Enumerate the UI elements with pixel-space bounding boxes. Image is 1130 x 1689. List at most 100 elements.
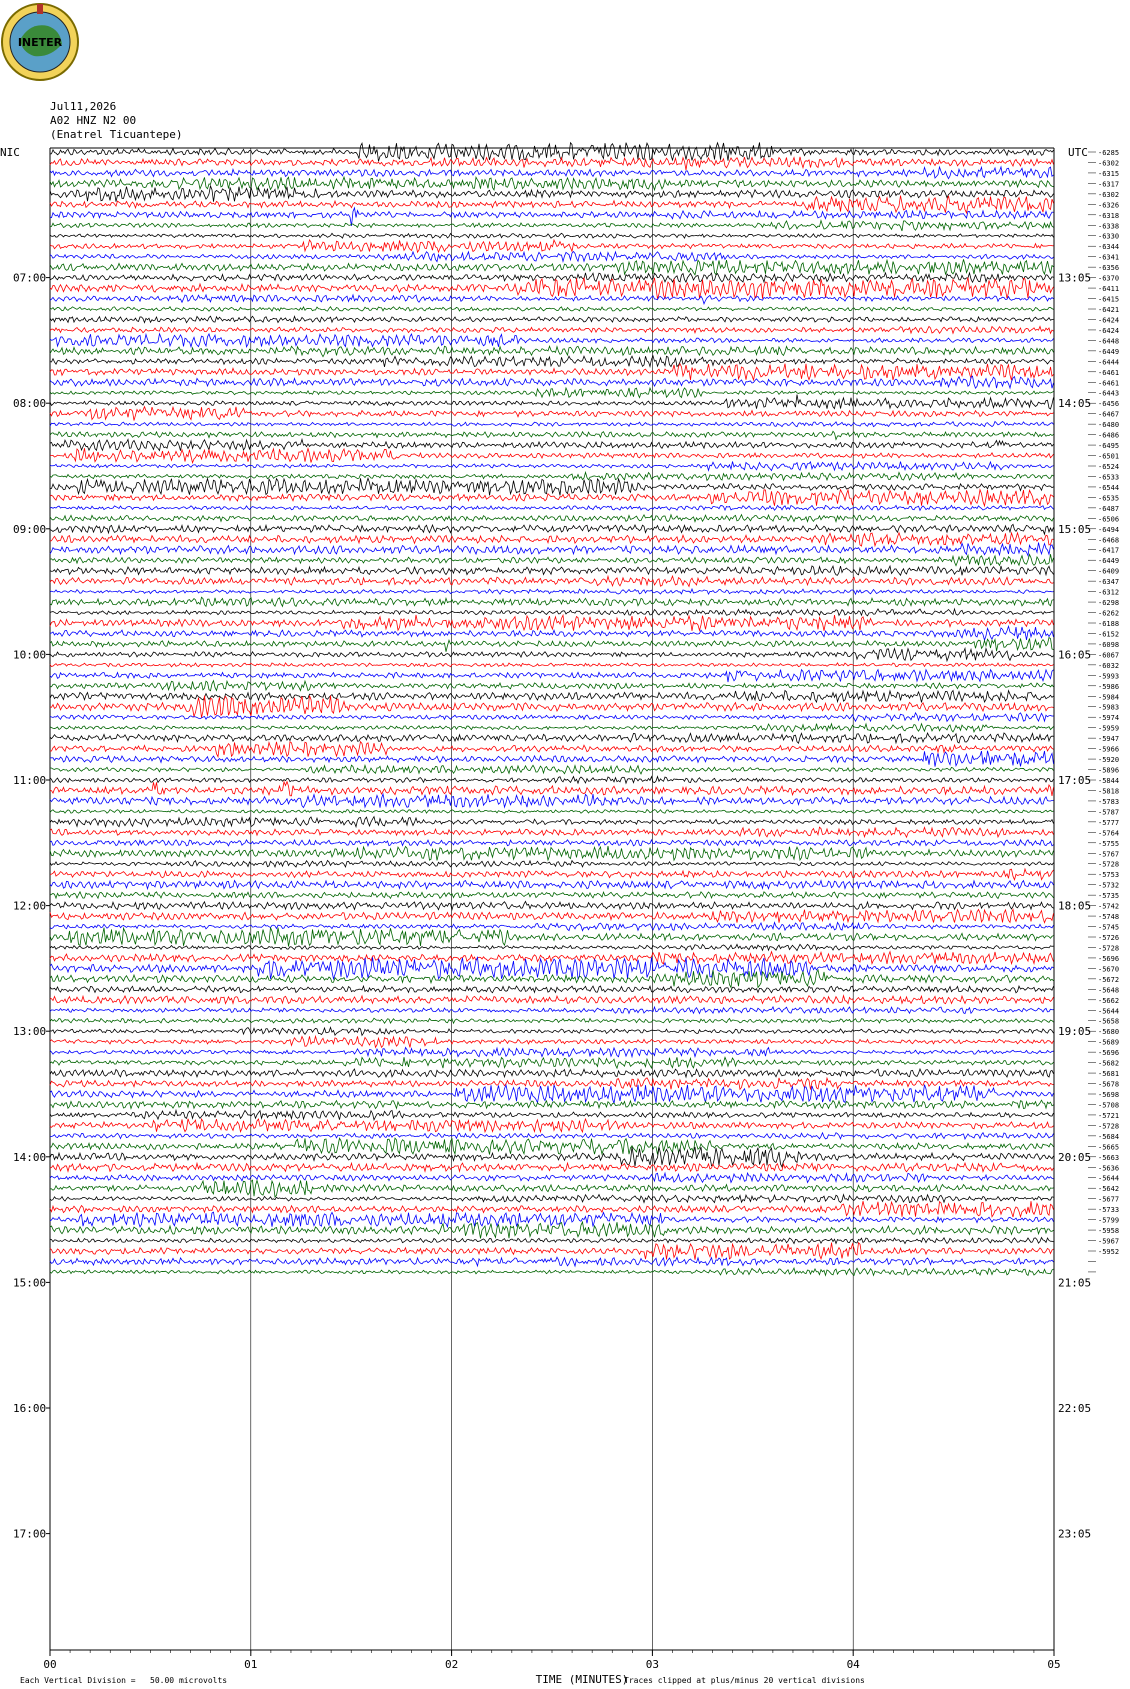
trace-offset-label: -6302 [1098,191,1119,199]
seismic-trace [49,354,1054,369]
seismic-trace [49,250,1054,264]
seismic-trace [49,1108,1054,1122]
seismic-trace [49,375,1054,390]
seismic-trace [49,232,1054,239]
trace-offset-label: -5636 [1098,1164,1119,1172]
scale-note: Each Vertical Division = 50.00 microvolt… [20,1676,227,1685]
trace-offset-label: -5966 [1098,746,1119,754]
seismic-trace [49,750,1054,768]
trace-offset-label: -5663 [1098,1154,1119,1162]
trace-offset-label: -5958 [1098,1227,1119,1235]
seismic-trace [49,1026,1054,1037]
left-hour-label: 13:00 [13,1025,46,1038]
seismic-trace [49,165,1054,180]
trace-offset-label: -5678 [1098,1081,1119,1089]
seismic-trace [49,1034,1054,1049]
seismic-trace [49,141,1054,162]
trace-offset-label: -5644 [1098,1007,1119,1015]
seismic-trace [49,430,1054,441]
seismic-trace [49,1117,1054,1134]
trace-offset-label: -5974 [1098,714,1119,722]
trace-offset-label: -5764 [1098,829,1119,837]
trace-offset-label: -5698 [1098,1091,1119,1099]
seismic-trace [49,437,1054,452]
seismic-trace [49,587,1054,596]
trace-offset-label: -5732 [1098,882,1119,890]
seismic-trace [49,420,1054,428]
seismic-trace [49,879,1054,891]
trace-offset-label: -6409 [1098,568,1119,576]
trace-offset-label: -5983 [1098,704,1119,712]
seismic-trace [49,950,1054,966]
seismic-trace [49,1083,1054,1104]
right-hour-label: 15:05 [1058,523,1091,536]
right-zone-label: UTC [1068,146,1088,159]
seismic-trace [49,345,1054,358]
seismic-trace [49,689,1054,704]
trace-offset-label: -5677 [1098,1196,1119,1204]
trace-offset-label: -6501 [1098,453,1119,461]
seismic-trace [49,271,1054,284]
trace-offset-label: -6424 [1098,316,1119,324]
trace-offset-label: -6421 [1098,306,1119,314]
seismic-trace [49,679,1054,692]
x-tick-label: 01 [244,1658,257,1671]
seismic-trace [49,305,1054,312]
x-tick-label: 05 [1047,1658,1060,1671]
trace-offset-label: -6448 [1098,337,1119,345]
trace-offset-label: -5745 [1098,924,1119,932]
seismic-trace [49,175,1054,192]
seismic-trace [49,890,1054,900]
left-hour-label: 08:00 [13,397,46,410]
seismic-trace [49,258,1054,276]
seismic-trace [49,470,1054,482]
trace-offset-label: -5696 [1098,955,1119,963]
trace-offset-label: -6338 [1098,222,1119,230]
seismic-trace [49,826,1054,839]
trace-offset-label: -6417 [1098,547,1119,555]
seismic-trace [49,332,1054,349]
right-hour-label: 18:05 [1058,900,1091,913]
trace-offset-label: -6506 [1098,515,1119,523]
seismic-trace [49,668,1054,683]
trace-offset-label: -6449 [1098,557,1119,565]
seismic-trace [49,943,1054,952]
right-hour-label: 21:05 [1058,1276,1091,1289]
trace-offset-label: -5755 [1098,840,1119,848]
trace-offset-label: -6411 [1098,285,1119,293]
trace-offset-label: -5665 [1098,1143,1119,1151]
trace-offset-label: -5735 [1098,892,1119,900]
x-tick-label: 00 [43,1658,56,1671]
trace-offset-label: -5721 [1098,1112,1119,1120]
trace-offset-label: -6443 [1098,390,1119,398]
seismic-trace [49,662,1054,668]
seismic-trace [49,504,1054,512]
left-hour-label: 11:00 [13,774,46,787]
seismic-trace [49,1241,1054,1260]
seismic-trace [49,460,1054,472]
seismic-trace [49,156,1054,171]
trace-offset-label: -5681 [1098,1070,1119,1078]
right-hour-label: 16:05 [1058,648,1091,661]
trace-offset-label: -5728 [1098,861,1119,869]
trace-offset-label: -6341 [1098,254,1119,262]
trace-offset-label: -6298 [1098,599,1119,607]
left-hour-label: 12:00 [13,900,46,913]
trace-offset-label: -5728 [1098,1122,1119,1130]
seismic-trace [49,596,1054,608]
trace-offset-label: -6317 [1098,180,1119,188]
seismic-trace [49,1171,1054,1184]
trace-offset-label: -6424 [1098,327,1119,335]
trace-offset-label: -5682 [1098,1060,1119,1068]
trace-offset-label: -5844 [1098,777,1119,785]
trace-offset-label: -6152 [1098,630,1119,638]
right-hour-label: 13:05 [1058,272,1091,285]
trace-offset-label: -5642 [1098,1185,1119,1193]
seismic-trace [49,1056,1054,1070]
right-hour-label: 23:05 [1058,1528,1091,1541]
seismic-trace [49,740,1054,759]
seismic-trace [49,1236,1054,1245]
trace-offset-label: -5644 [1098,1175,1119,1183]
trace-offset-label: -5728 [1098,944,1119,952]
seismic-trace [49,792,1054,809]
